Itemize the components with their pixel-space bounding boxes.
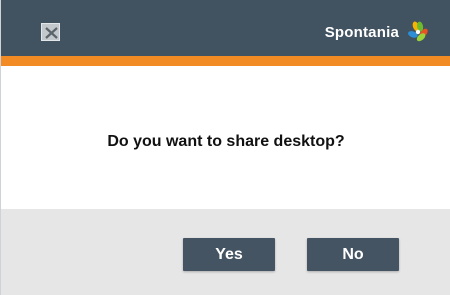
- close-icon: [45, 27, 58, 39]
- close-button[interactable]: [41, 23, 60, 41]
- yes-button[interactable]: Yes: [183, 238, 275, 271]
- no-button[interactable]: No: [307, 238, 399, 271]
- share-desktop-dialog: Spontania Do you want to share desktop? …: [0, 0, 450, 295]
- brand-name: Spontania: [324, 23, 399, 41]
- brand: Spontania: [325, 20, 429, 44]
- spontania-logo-icon: [408, 21, 428, 42]
- dialog-message: Do you want to share desktop?: [107, 133, 345, 150]
- dialog-footer: Yes No: [1, 209, 450, 295]
- accent-bar: [1, 56, 450, 66]
- dialog-titlebar: Spontania: [1, 0, 450, 56]
- dialog-content: Do you want to share desktop?: [1, 66, 450, 209]
